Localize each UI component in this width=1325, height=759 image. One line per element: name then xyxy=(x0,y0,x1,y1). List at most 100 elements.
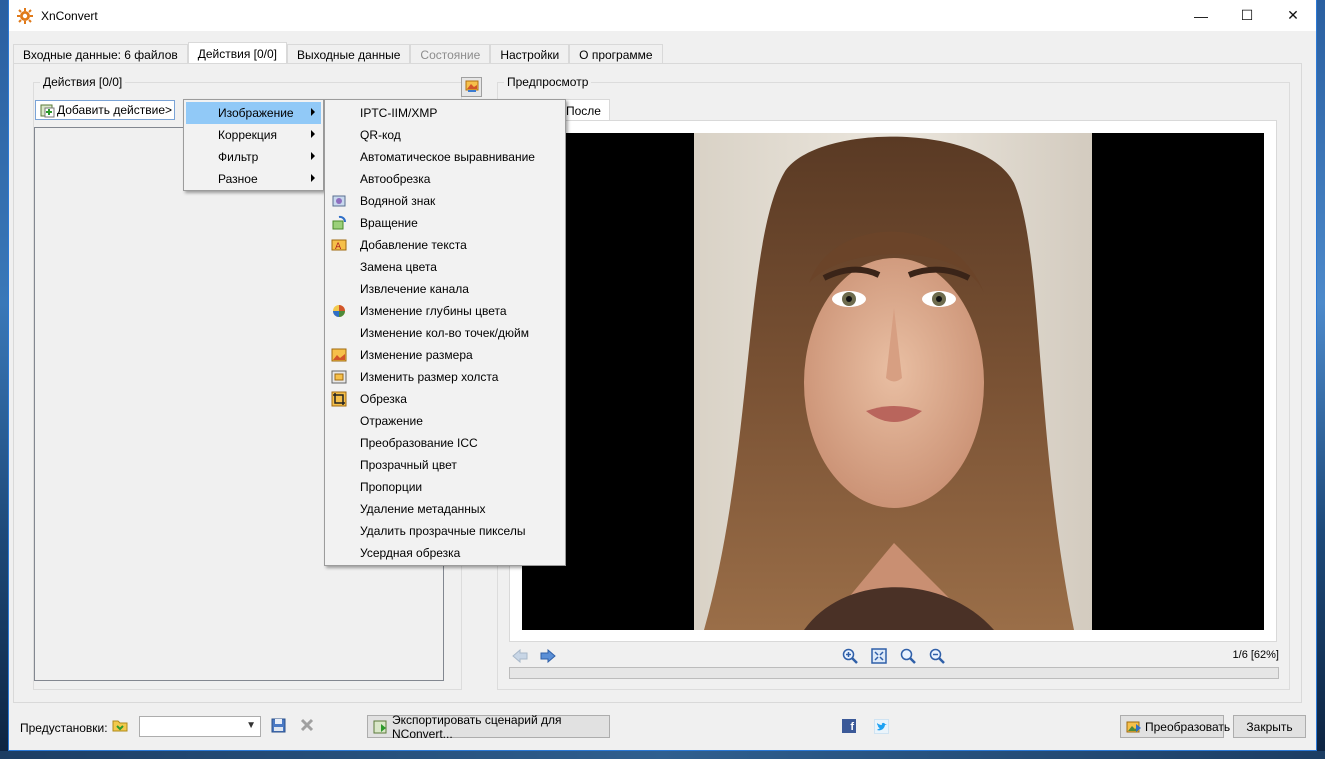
submenu-item-label: Удалить прозрачные пикселы xyxy=(360,524,526,538)
minimize-button[interactable]: — xyxy=(1178,0,1224,31)
submenu-item-remove-transparent[interactable]: Удалить прозрачные пикселы xyxy=(325,520,565,542)
menu-item-misc-label: Разное xyxy=(218,172,258,186)
close-button[interactable]: Закрыть xyxy=(1233,715,1306,738)
submenu-item-label: Преобразование ICC xyxy=(360,436,478,450)
submenu-arrow-icon xyxy=(311,152,315,160)
submenu-item-label: Вращение xyxy=(360,216,418,230)
add-action-button[interactable]: Добавить действие> xyxy=(35,100,175,120)
open-folder-icon[interactable] xyxy=(112,718,129,736)
submenu-item-canvas-size[interactable]: Изменить размер холста xyxy=(325,366,565,388)
main-tabs: Входные данные: 6 файлов Действия [0/0] … xyxy=(13,42,663,64)
submenu-item-label: Извлечение канала xyxy=(360,282,469,296)
submenu-item-iptc[interactable]: IPTC-IIM/XMP xyxy=(325,102,565,124)
submenu-item-crop[interactable]: Обрезка xyxy=(325,388,565,410)
submenu-item-label: Пропорции xyxy=(360,480,423,494)
export-nconvert-label: Экспортировать сценарий для NConvert... xyxy=(392,712,562,741)
next-arrow-icon[interactable] xyxy=(539,647,557,665)
canvas-size-icon xyxy=(331,369,347,385)
resize-icon xyxy=(331,347,347,363)
menu-item-filter[interactable]: Фильтр xyxy=(184,146,323,168)
tab-settings[interactable]: Настройки xyxy=(490,44,570,64)
tab-output[interactable]: Выходные данные xyxy=(287,44,411,64)
submenu-arrow-icon xyxy=(311,130,315,138)
submenu-item-label: Изменение кол-во точек/дюйм xyxy=(360,326,529,340)
submenu-item-label: Усердная обрезка xyxy=(360,546,461,560)
zoom-in-icon[interactable] xyxy=(841,647,859,665)
menu-item-correction[interactable]: Коррекция xyxy=(184,124,323,146)
delete-preset-icon[interactable] xyxy=(300,718,314,735)
menu-item-correction-label: Коррекция xyxy=(218,128,278,142)
xnconvert-logo-icon xyxy=(17,7,33,24)
tab-actions[interactable]: Действия [0/0] xyxy=(187,42,288,64)
svg-text:A: A xyxy=(335,242,342,252)
save-preset-icon[interactable] xyxy=(271,718,286,736)
convert-button[interactable]: Преобразовать xyxy=(1120,715,1230,738)
window-title: XnConvert xyxy=(41,8,98,23)
submenu-item-add-text[interactable]: A Добавление текста xyxy=(325,234,565,256)
crop-icon xyxy=(331,391,347,407)
submenu-item-transparent-color[interactable]: Прозрачный цвет xyxy=(325,454,565,476)
submenu-item-label: Изменение размера xyxy=(360,348,473,362)
color-depth-icon xyxy=(331,303,347,319)
submenu-item-qr-code[interactable]: QR-код xyxy=(325,124,565,146)
preview-toggle-button[interactable] xyxy=(461,77,482,97)
submenu-item-remove-metadata[interactable]: Удаление метаданных xyxy=(325,498,565,520)
tab-about[interactable]: О программе xyxy=(569,44,663,64)
submenu-item-label: Водяной знак xyxy=(360,194,436,208)
submenu-item-extract-channel[interactable]: Извлечение канала xyxy=(325,278,565,300)
submenu-item-color-depth[interactable]: Изменение глубины цвета xyxy=(325,300,565,322)
add-text-icon: A xyxy=(331,237,347,253)
preview-image xyxy=(694,133,1092,630)
submenu-item-auto-crop[interactable]: Автообрезка xyxy=(325,168,565,190)
preview-toggle-icon xyxy=(465,79,479,96)
twitter-icon[interactable] xyxy=(874,719,889,734)
menu-item-image[interactable]: Изображение xyxy=(186,102,321,124)
tab-input[interactable]: Входные данные: 6 файлов xyxy=(13,44,188,64)
submenu-arrow-icon xyxy=(311,174,315,182)
title-bar[interactable]: XnConvert — ☐ ✕ xyxy=(9,0,1316,31)
maximize-button[interactable]: ☐ xyxy=(1224,0,1270,31)
desktop-background-right xyxy=(1317,0,1325,759)
submenu-item-label: Изменение глубины цвета xyxy=(360,304,507,318)
menu-item-misc[interactable]: Разное xyxy=(184,168,323,190)
submenu-item-replace-color[interactable]: Замена цвета xyxy=(325,256,565,278)
chevron-down-icon: ▼ xyxy=(246,720,256,731)
submenu-item-label: Прозрачный цвет xyxy=(360,458,457,472)
desktop-background-left xyxy=(0,0,8,759)
zoom-actual-icon[interactable] xyxy=(899,647,917,665)
submenu-item-dpi[interactable]: Изменение кол-во точек/дюйм xyxy=(325,322,565,344)
submenu-item-icc[interactable]: Преобразование ICC xyxy=(325,432,565,454)
preview-toolbar: 1/6 [62%] xyxy=(509,645,1279,667)
presets-select[interactable]: ▼ xyxy=(139,716,261,737)
add-action-label: Добавить действие> xyxy=(57,103,173,117)
submenu-item-label: Изменить размер холста xyxy=(360,370,499,384)
submenu-item-rotate[interactable]: Вращение xyxy=(325,212,565,234)
submenu-item-label: Обрезка xyxy=(360,392,407,406)
close-window-button[interactable]: ✕ xyxy=(1270,0,1316,31)
submenu-item-label: Автообрезка xyxy=(360,172,431,186)
image-submenu: IPTC-IIM/XMP QR-код Автоматическое вырав… xyxy=(324,99,566,566)
submenu-item-label: QR-код xyxy=(360,128,401,142)
submenu-item-mirror[interactable]: Отражение xyxy=(325,410,565,432)
tab-status[interactable]: Состояние xyxy=(410,44,491,64)
maximize-icon: ☐ xyxy=(1240,7,1254,23)
previous-arrow-icon[interactable] xyxy=(511,647,529,665)
fit-to-window-icon[interactable] xyxy=(870,647,888,665)
progress-bar xyxy=(509,667,1279,679)
submenu-item-auto-align[interactable]: Автоматическое выравнивание xyxy=(325,146,565,168)
export-nconvert-button[interactable]: Экспортировать сценарий для NConvert... xyxy=(367,712,610,741)
submenu-item-resize[interactable]: Изменение размера xyxy=(325,344,565,366)
menu-item-filter-label: Фильтр xyxy=(218,150,259,164)
submenu-item-smart-crop[interactable]: Усердная обрезка xyxy=(325,542,565,564)
presets-label: Предустановки: xyxy=(20,721,108,735)
submenu-item-label: Удаление метаданных xyxy=(360,502,486,516)
submenu-item-watermark[interactable]: Водяной знак xyxy=(325,190,565,212)
submenu-item-proportions[interactable]: Пропорции xyxy=(325,476,565,498)
convert-label: Преобразовать xyxy=(1145,719,1231,734)
bottom-bar: Предустановки: ▼ Экспортировать сценарий… xyxy=(8,705,1317,749)
facebook-icon[interactable]: f xyxy=(842,719,856,733)
desktop-background-bottom xyxy=(0,751,1325,759)
zoom-out-icon[interactable] xyxy=(928,647,946,665)
export-script-icon xyxy=(373,719,389,735)
preview-group-title: Предпросмотр xyxy=(504,75,592,89)
